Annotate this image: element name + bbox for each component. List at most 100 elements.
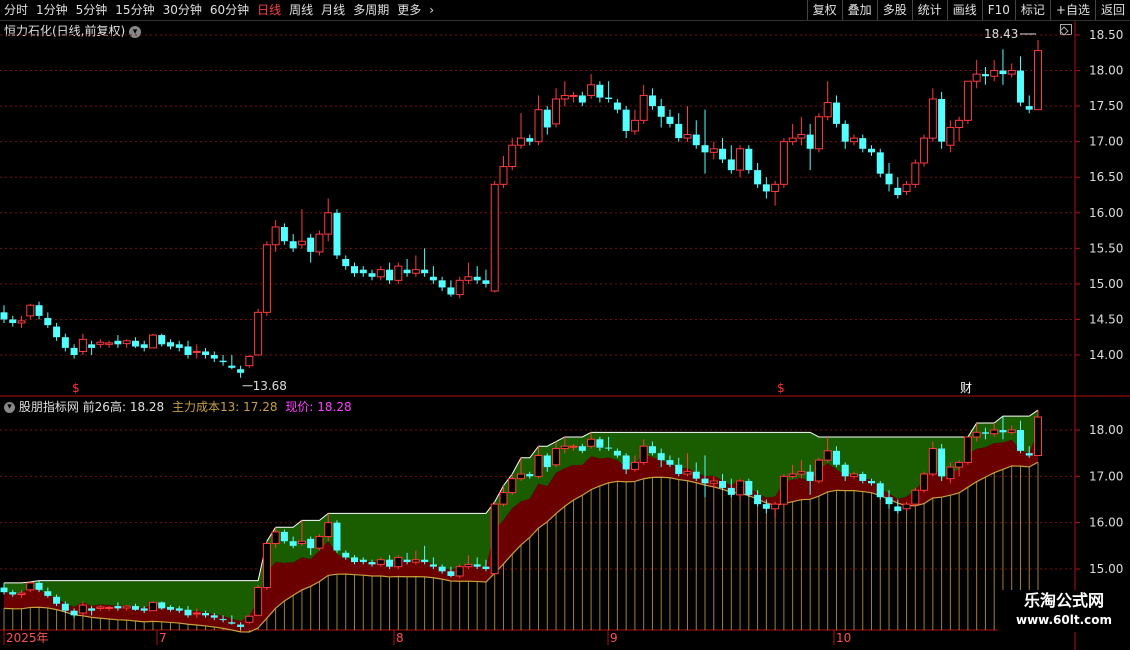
high-price-label: 18.43 <box>984 27 1018 41</box>
toolbar-button[interactable]: 多股 <box>876 0 912 20</box>
period-tab[interactable]: 1分钟 <box>32 0 72 20</box>
candle <box>9 319 17 323</box>
chart-canvas[interactable]: 18.50 18.00 17.50 17.00 16.50 16.00 15.50 15.00… <box>0 21 1130 650</box>
candle <box>376 269 385 278</box>
indicator-candle <box>490 503 499 575</box>
indicator-candle <box>35 582 43 590</box>
period-tab[interactable]: 周线 <box>285 0 317 20</box>
period-tab[interactable]: 60分钟 <box>206 0 253 20</box>
indicator-candle <box>44 591 52 596</box>
candle <box>297 240 306 246</box>
chevron-right-icon[interactable]: › <box>425 0 438 20</box>
indicator-candle <box>386 559 394 567</box>
toolbar-button[interactable]: 叠加 <box>841 0 877 20</box>
indicator-candle <box>307 538 315 549</box>
candle <box>490 183 499 292</box>
indicator-candle <box>605 447 613 449</box>
y-tick-label: 16.00 <box>1089 516 1123 530</box>
indicator-candle <box>622 455 630 470</box>
candle <box>859 138 867 149</box>
y-tick-label: 17.50 <box>1089 99 1123 113</box>
candle <box>911 162 920 185</box>
candle <box>534 109 543 143</box>
indicator-candle <box>289 541 297 546</box>
candle <box>368 273 376 277</box>
toolbar-button[interactable]: 返回 <box>1094 0 1130 20</box>
x-axis-label: 10 <box>836 631 851 645</box>
indicator-candle <box>403 559 411 563</box>
candle <box>648 95 656 107</box>
candle <box>96 341 105 345</box>
candle <box>560 94 569 100</box>
candle <box>719 148 727 160</box>
candle <box>447 287 455 295</box>
indicator-candle <box>832 450 840 465</box>
period-tab[interactable]: 分时 <box>0 0 32 20</box>
indicator-candle <box>578 446 586 451</box>
candle <box>122 340 131 345</box>
candle <box>727 159 735 171</box>
period-tab[interactable]: 5分钟 <box>72 0 112 20</box>
indicator-candle <box>473 564 481 567</box>
candle <box>324 212 333 235</box>
candle <box>797 134 806 139</box>
candle <box>158 335 166 345</box>
indicator-candle <box>219 619 227 621</box>
candle <box>806 134 814 149</box>
indicator-candle <box>727 487 735 495</box>
indicator-candle <box>972 431 981 438</box>
indicator-candle <box>1016 430 1024 451</box>
toolbar-button[interactable]: F10 <box>981 0 1015 20</box>
period-tab[interactable]: 月线 <box>317 0 349 20</box>
indicator-candle <box>70 610 78 616</box>
indicator-candle <box>552 448 561 466</box>
toolbar-button[interactable]: +自选 <box>1049 0 1095 20</box>
candle <box>972 73 981 82</box>
indicator-candle <box>719 480 727 488</box>
candle <box>639 94 648 121</box>
indicator-candle <box>280 531 288 542</box>
candle <box>307 237 315 252</box>
candle <box>473 276 481 281</box>
toolbar-button[interactable]: 统计 <box>911 0 947 20</box>
indicator-candle <box>692 471 700 479</box>
period-tab[interactable]: 更多 <box>393 0 425 20</box>
candle <box>868 148 876 153</box>
candle <box>596 84 604 98</box>
candle <box>105 342 114 345</box>
toolbar-button[interactable]: 标记 <box>1014 0 1050 20</box>
period-tab[interactable]: 多周期 <box>349 0 393 20</box>
indicator-candle <box>175 608 183 611</box>
period-tab[interactable]: 15分钟 <box>111 0 158 20</box>
toolbar-button[interactable]: 画线 <box>946 0 982 20</box>
period-tab[interactable]: 30分钟 <box>159 0 206 20</box>
candle <box>981 74 989 77</box>
candle <box>657 106 665 117</box>
indicator-candle <box>359 559 367 563</box>
candle <box>53 326 61 338</box>
toolbar-button[interactable]: 复权 <box>806 0 842 20</box>
period-tab[interactable]: 日线 <box>253 0 285 20</box>
candle <box>315 233 324 253</box>
indicator-candle <box>78 604 87 614</box>
indicator-candle <box>981 432 989 434</box>
indicator-candle <box>394 556 403 568</box>
indicator-candle <box>534 454 543 477</box>
candle <box>237 369 245 373</box>
indicator-candle <box>569 445 578 448</box>
indicator-candle <box>517 473 525 480</box>
candle <box>666 116 674 124</box>
indicator-candle <box>648 446 656 454</box>
indicator-candle <box>894 506 902 512</box>
candle <box>254 311 263 356</box>
indicator-candle <box>96 606 105 609</box>
y-tick-label: 15.50 <box>1089 241 1123 255</box>
indicator-candle <box>421 559 429 563</box>
indicator-candle <box>1007 429 1016 433</box>
candle <box>455 279 464 296</box>
candle <box>210 355 218 359</box>
candle <box>394 265 403 281</box>
indicator-candle <box>666 460 674 465</box>
candle <box>262 244 271 313</box>
toolbar-right-buttons: 复权 叠加 多股 统计 画线 F10 标记 +自选 返回 <box>806 0 1130 20</box>
